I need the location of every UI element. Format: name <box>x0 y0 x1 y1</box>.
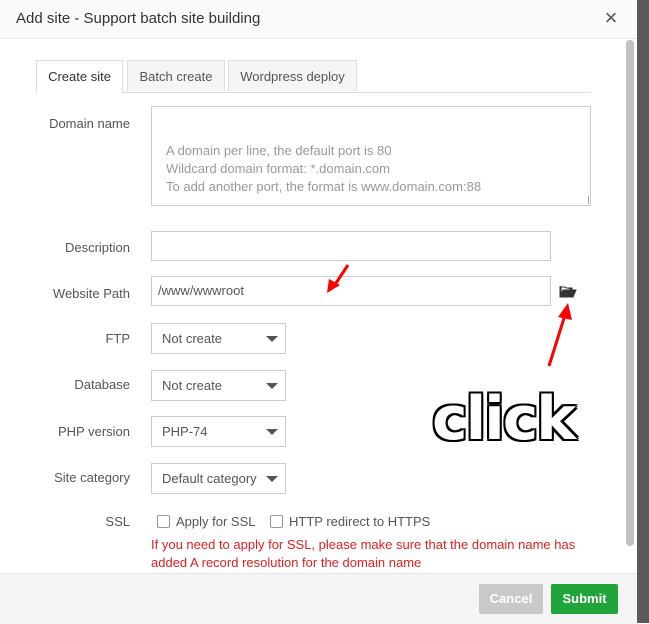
description-input[interactable] <box>151 231 551 261</box>
domain-textarea[interactable]: A domain per line, the default port is 8… <box>151 106 591 206</box>
database-select-value: Not create <box>162 378 222 393</box>
php-version-label: PHP version <box>57 424 130 439</box>
tab-batch-create[interactable]: Batch create <box>127 60 225 91</box>
checkbox-box[interactable] <box>270 515 283 528</box>
apply-ssl-checkbox[interactable]: Apply for SSL <box>157 514 256 530</box>
background-page-edge <box>637 0 649 623</box>
tab-create-site[interactable]: Create site <box>36 60 123 93</box>
site-category-select[interactable]: Default category <box>151 463 286 494</box>
website-path-input[interactable]: /www/wwwroot <box>151 276 551 306</box>
click-annotation-text: click <box>432 384 576 454</box>
resize-grip-icon[interactable] <box>580 196 589 204</box>
dialog-title: Add site - Support batch site building <box>16 10 261 27</box>
ftp-label: FTP <box>105 331 130 346</box>
php-version-select-value: PHP-74 <box>162 424 208 439</box>
domain-label: Domain name <box>49 116 130 131</box>
domain-placeholder: A domain per line, the default port is 8… <box>166 143 482 194</box>
chevron-down-icon <box>266 336 278 342</box>
close-icon[interactable]: × <box>600 6 622 30</box>
chevron-down-icon <box>266 429 278 435</box>
add-site-dialog: Add site - Support batch site building ×… <box>0 0 637 624</box>
dialog-title-bar: Add site - Support batch site building × <box>0 0 637 39</box>
website-path-label: Website Path <box>52 286 130 301</box>
tab-wordpress-deploy[interactable]: Wordpress deploy <box>228 60 357 91</box>
chevron-down-icon <box>266 476 278 482</box>
scrollbar-thumb[interactable] <box>626 40 634 546</box>
ftp-select-value: Not create <box>162 331 222 346</box>
folder-open-icon[interactable] <box>559 284 577 298</box>
checkbox-box[interactable] <box>157 515 170 528</box>
https-redirect-label: HTTP redirect to HTTPS <box>289 514 431 529</box>
description-label: Description <box>64 240 130 255</box>
ssl-label: SSL <box>105 514 130 529</box>
tab-bar: Create site Batch create Wordpress deplo… <box>36 60 591 93</box>
https-redirect-checkbox[interactable]: HTTP redirect to HTTPS <box>270 514 430 530</box>
database-select[interactable]: Not create <box>151 370 286 401</box>
cancel-button[interactable]: Cancel <box>479 584 543 614</box>
apply-ssl-label: Apply for SSL <box>176 514 256 529</box>
database-label: Database <box>74 377 130 392</box>
php-version-select[interactable]: PHP-74 <box>151 416 286 447</box>
site-category-select-value: Default category <box>162 471 257 486</box>
site-category-label: Site category <box>54 470 130 485</box>
ftp-select[interactable]: Not create <box>151 323 286 354</box>
submit-button[interactable]: Submit <box>551 584 618 614</box>
chevron-down-icon <box>266 383 278 389</box>
ssl-warning-text: If you need to apply for SSL, please mak… <box>151 537 576 570</box>
